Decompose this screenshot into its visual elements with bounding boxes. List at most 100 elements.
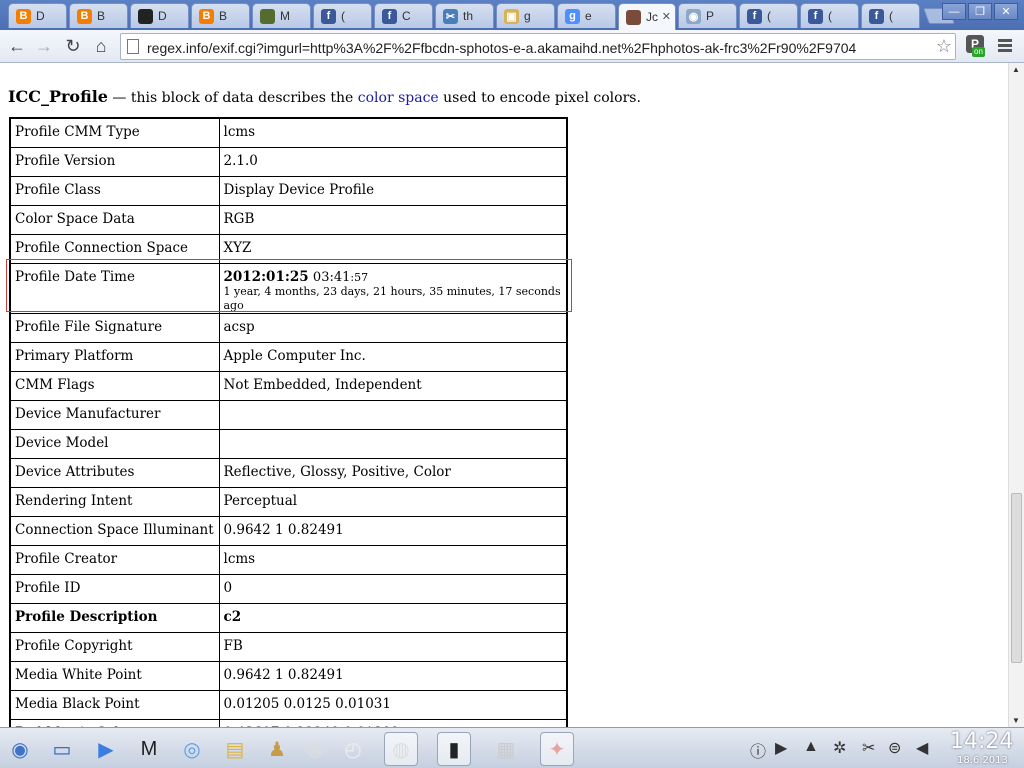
row-value: acsp	[218, 312, 568, 343]
row-value: 0	[218, 573, 568, 604]
facebook-icon: f	[869, 8, 884, 24]
tab-list: B D B B D B B Mf(f C ✂ th ▣ g g e Jc ✕ ◉ Pf(f(f(	[8, 3, 955, 30]
taskbar-app-1[interactable]: ▭	[45, 732, 79, 766]
home-icon: ⌂	[95, 35, 107, 56]
tab-label: (	[828, 9, 832, 23]
taskbar-app-12[interactable]: ✦	[540, 732, 574, 766]
omnibox[interactable]: ☆	[120, 33, 956, 60]
tab-1[interactable]: BB	[69, 3, 128, 28]
row-key: Color Space Data	[9, 204, 220, 235]
restore-button[interactable]: ❐	[968, 3, 992, 20]
disc-icon: ◎	[183, 738, 201, 761]
bluetooth-icon[interactable]: ✲	[833, 738, 846, 758]
table-row: Media White Point 0.9642 1 0.82491	[9, 660, 568, 691]
table-row: Rendering Intent Perceptual	[9, 486, 568, 517]
table-row: Red Matrix Column0.43607 0.22249 0.01392	[9, 718, 568, 727]
display-icon[interactable]: ▶	[775, 738, 787, 758]
scissors-icon[interactable]: ✂	[862, 738, 875, 758]
bookmark-star-icon[interactable]: ☆	[936, 36, 952, 57]
scroll-down-icon[interactable]: ▼	[1012, 716, 1020, 725]
tab-11[interactable]: ◉ P	[678, 3, 737, 28]
taskbar-app-6[interactable]: ♟	[260, 732, 294, 766]
taskbar-app-3[interactable]: M	[132, 732, 166, 766]
close-tab-icon[interactable]: ✕	[662, 10, 671, 23]
tab-label: (	[767, 9, 771, 23]
tab-2[interactable]: D	[130, 3, 189, 28]
row-key: Profile Creator	[9, 544, 220, 575]
row-value: 0.01205 0.0125 0.01031	[218, 689, 568, 720]
table-row: CMM Flags Not Embedded, Independent	[9, 370, 568, 401]
taskbar-app-8[interactable]: ◴	[336, 732, 370, 766]
taskbar-app-7[interactable]: ◍	[298, 732, 332, 766]
section-title: ICC_Profile	[8, 87, 108, 106]
row-key: Profile CMM Type	[9, 117, 220, 148]
tab-5[interactable]: f(	[313, 3, 372, 28]
row-key: Rendering Intent	[9, 486, 220, 517]
menu-bar-icon	[998, 39, 1012, 42]
close-window-button[interactable]: ✕	[994, 3, 1018, 20]
table-row: Profile CMM Type lcms	[9, 117, 568, 148]
row-key: Device Manufacturer	[9, 399, 220, 430]
table-row: Profile Version 2.1.0	[9, 146, 568, 177]
minimize-button[interactable]: —	[942, 3, 966, 20]
taskbar-app-5[interactable]: ▤	[218, 732, 252, 766]
package-icon: ▣	[504, 8, 519, 24]
google-icon: g	[565, 8, 580, 24]
terminal-icon: ▮	[448, 738, 460, 761]
forward-button[interactable]: →	[32, 34, 56, 58]
row-value: c2	[218, 602, 568, 633]
tab-label: (	[889, 9, 893, 23]
taskbar-app-4[interactable]: ◎	[175, 732, 209, 766]
scrollbar-thumb[interactable]	[1011, 493, 1022, 663]
row-value: Apple Computer Inc.	[218, 341, 568, 372]
table-row: Profile Creator lcms	[9, 544, 568, 575]
tab-3[interactable]: BB	[191, 3, 250, 28]
menu-button[interactable]	[998, 39, 1012, 54]
extension-button[interactable]: P on	[966, 35, 988, 59]
home-button[interactable]: ⌂	[89, 34, 113, 58]
facebook-icon: f	[382, 8, 397, 24]
row-key: Profile File Signature	[9, 312, 220, 343]
tab-label: Jc	[646, 10, 658, 24]
color-space-link[interactable]: color space	[358, 90, 439, 106]
taskbar-app-2[interactable]: ▶	[89, 732, 123, 766]
table-row: Connection Space Illuminant 0.9642 1 0.82…	[9, 515, 568, 546]
tab-label: (	[341, 9, 345, 23]
back-arrow-icon: ←	[8, 35, 26, 56]
clock[interactable]: 14:24	[950, 729, 1013, 754]
tab-label: B	[97, 9, 106, 23]
tab-12[interactable]: f(	[739, 3, 798, 28]
volume-icon[interactable]: ◀	[916, 738, 928, 758]
url-input[interactable]	[147, 39, 927, 56]
tab-0[interactable]: BD	[8, 3, 67, 28]
tab-9[interactable]: ge	[557, 3, 616, 28]
tab-6[interactable]: fC	[374, 3, 433, 28]
taskbar-app-9[interactable]: ◍	[384, 732, 418, 766]
network-icon[interactable]: ⊜	[888, 738, 901, 758]
tab-7[interactable]: ✂ th	[435, 3, 494, 28]
section-description-end: used to encode pixel colors.	[438, 90, 641, 106]
row-key: CMM Flags	[9, 370, 220, 401]
icc-profile-table: Profile CMM Type lcms Profile Version 2.1.0…	[9, 117, 568, 727]
tab-8[interactable]: ▣ g	[496, 3, 555, 28]
tab-4[interactable]: M	[252, 3, 311, 28]
taskbar-app-0[interactable]: ◉	[3, 732, 37, 766]
info-icon[interactable]: ⓘ	[750, 738, 766, 762]
table-row: Profile Copyright FB	[9, 631, 568, 662]
tab-10[interactable]: Jc ✕	[618, 3, 676, 30]
tab-label: D	[158, 9, 167, 23]
scroll-up-icon[interactable]: ▲	[1012, 65, 1020, 74]
back-button[interactable]: ←	[5, 34, 29, 58]
signal-icon[interactable]: ▲	[803, 738, 819, 756]
desktop-icon: ▭	[52, 738, 72, 761]
row-key: Profile Class	[9, 175, 220, 206]
taskbar-app-11[interactable]: ▦	[489, 732, 523, 766]
taskbar-app-10[interactable]: ▮	[437, 732, 471, 766]
tab-13[interactable]: f(	[800, 3, 859, 28]
table-row: Color Space Data RGB	[9, 204, 568, 235]
vertical-scrollbar[interactable]: ▲ ▼	[1008, 63, 1024, 727]
tab-14[interactable]: f(	[861, 3, 920, 28]
reload-button[interactable]: ↻	[61, 34, 85, 58]
row-value	[218, 399, 568, 430]
um-app-icon: M	[140, 737, 158, 760]
